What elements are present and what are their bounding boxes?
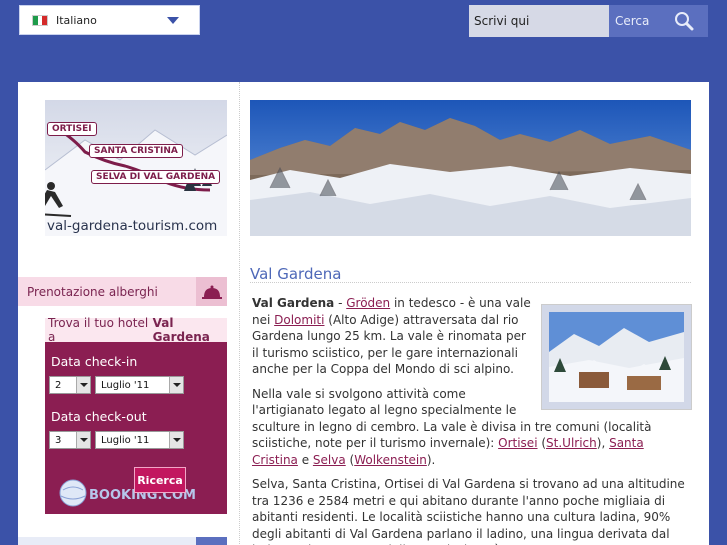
intro-text-1: - (334, 296, 347, 310)
chevron-down-icon (169, 432, 183, 448)
ricerca-label: Ricerca (137, 473, 183, 487)
checkout-label: Data check-out (51, 409, 147, 424)
dolomites-banner-image (250, 100, 691, 236)
checkout-day-value: 3 (55, 434, 62, 446)
groden-link[interactable]: Gröden (346, 296, 390, 310)
logo-url: val-gardena-tourism.com (47, 218, 218, 234)
search-placeholder: Scrivi qui (474, 14, 530, 28)
hotel-title-prefix: Trova il tuo hotel a (48, 316, 149, 344)
search-button[interactable]: Cerca (609, 5, 708, 37)
checkin-month-value: Luglio '11 (101, 379, 150, 391)
comuni-text-3: ), (596, 436, 610, 450)
comuni-text-6: ). (426, 452, 436, 467)
hotel-bell-icon (196, 277, 227, 306)
chevron-down-icon (76, 432, 90, 448)
language-select[interactable]: Italiano (19, 5, 200, 35)
intro-lead: Val Gardena (252, 296, 335, 310)
article-body: Val Gardena - Gröden in tedesco - è una … (252, 295, 692, 545)
comuni-text-5: ( (345, 452, 355, 467)
comuni-text-2: ( (537, 436, 547, 450)
logo-place-selva: SELVA DI VAL GARDENA (91, 170, 221, 184)
italy-flag-icon (32, 14, 48, 26)
logo-place-santa-cristina: SANTA CRISTINA (89, 144, 183, 158)
hotel-search-form: Trova il tuo hotel a Val Gardena Data ch… (45, 316, 227, 514)
wolkenstein-link[interactable]: Wolkenstein (354, 453, 427, 467)
comuni-text-4: e (297, 452, 313, 467)
booking-header[interactable]: Prenotazione alberghi (18, 277, 227, 306)
search-input[interactable]: Scrivi qui (469, 5, 609, 37)
logo-place-ortisei: ORTISEI (47, 122, 97, 136)
sidebar-next-section (18, 537, 227, 545)
ortisei-link[interactable]: Ortisei (498, 436, 537, 450)
dolomiti-link[interactable]: Dolomiti (274, 313, 324, 327)
checkout-day-select[interactable]: 3 (49, 431, 91, 449)
column-divider (239, 82, 240, 545)
chevron-down-icon (169, 377, 183, 393)
search-icon (675, 12, 694, 31)
section-icon (196, 537, 227, 545)
checkout-month-value: Luglio '11 (101, 434, 150, 446)
checkin-day-select[interactable]: 2 (49, 376, 91, 394)
checkin-month-select[interactable]: Luglio '11 (95, 376, 184, 394)
chevron-down-icon (76, 377, 90, 393)
checkin-day-value: 2 (55, 379, 62, 391)
altitude-paragraph: Selva, Santa Cristina, Ortisei di Val Ga… (252, 477, 685, 545)
main-panel: ORTISEI SANTA CRISTINA SELVA DI VAL GARD… (18, 82, 709, 545)
hotel-title-place: Val Gardena (152, 316, 210, 344)
logo-artwork (45, 126, 227, 236)
site-logo[interactable]: ORTISEI SANTA CRISTINA SELVA DI VAL GARD… (45, 100, 227, 236)
search-button-label: Cerca (615, 14, 650, 28)
title-divider (250, 282, 691, 283)
checkout-month-select[interactable]: Luglio '11 (95, 431, 184, 449)
language-label: Italiano (56, 13, 97, 27)
hotel-search-title: Trova il tuo hotel a Val Gardena (45, 316, 227, 344)
page-title: Val Gardena (250, 265, 342, 283)
checkin-label: Data check-in (51, 354, 138, 369)
st-ulrich-link[interactable]: St.Ulrich (546, 436, 597, 450)
selva-link[interactable]: Selva (313, 453, 346, 467)
booking-header-label: Prenotazione alberghi (27, 284, 158, 299)
chevron-down-icon (167, 17, 179, 24)
ricerca-button[interactable]: Ricerca (134, 467, 186, 493)
village-photo (541, 304, 692, 410)
